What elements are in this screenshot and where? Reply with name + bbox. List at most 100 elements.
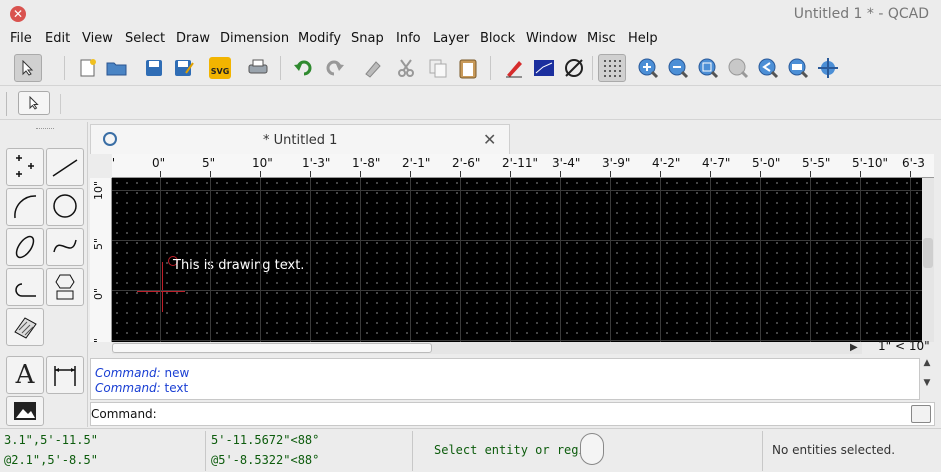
menu-window[interactable]: Window: [526, 31, 577, 46]
menu-help[interactable]: Help: [628, 31, 658, 46]
menu-modify[interactable]: Modify: [298, 31, 341, 46]
select-icon[interactable]: [14, 54, 42, 82]
ruler-tick: [660, 171, 661, 177]
panel-grip[interactable]: [36, 128, 54, 131]
points-tool-icon[interactable]: [6, 148, 44, 186]
ruler-tick: [360, 171, 361, 177]
svg-export-icon[interactable]: SVG: [206, 54, 234, 82]
menu-select[interactable]: Select: [125, 31, 165, 46]
ruler-label: 5'-10": [852, 156, 889, 170]
ellipse-tool-icon[interactable]: [6, 228, 44, 266]
print-icon[interactable]: [244, 54, 272, 82]
redo-icon[interactable]: [320, 54, 348, 82]
eraser-icon[interactable]: [358, 54, 386, 82]
command-history-scrollbar[interactable]: ▲ ▼: [920, 358, 934, 400]
command-dock-toggle-button[interactable]: [911, 405, 931, 423]
arc-tool-icon[interactable]: [6, 188, 44, 226]
no-snap-icon[interactable]: [560, 54, 588, 82]
grid-line: [112, 290, 922, 291]
menu-block[interactable]: Block: [480, 31, 515, 46]
ruler-tick: [860, 171, 861, 177]
grid-icon[interactable]: [598, 54, 626, 82]
ruler-tick: [510, 171, 511, 177]
ruler-label: 3'-4": [552, 156, 581, 170]
menu-edit[interactable]: Edit: [45, 31, 70, 46]
tools-panel: A: [0, 122, 88, 427]
grid-line: [360, 178, 361, 342]
image-tool-icon[interactable]: [6, 396, 44, 426]
mouse-icon: [580, 433, 604, 465]
ruler-label: 1'-3": [302, 156, 331, 170]
command-history: Command: new Command: text: [90, 358, 920, 400]
select-pointer-button[interactable]: [18, 91, 50, 115]
ruler-tick: [710, 171, 711, 177]
menu-file[interactable]: File: [10, 31, 32, 46]
new-file-icon[interactable]: [74, 54, 102, 82]
zoom-auto-icon[interactable]: [694, 54, 722, 82]
text-tool-icon[interactable]: A: [6, 356, 44, 394]
menu-misc[interactable]: Misc: [587, 31, 616, 46]
menu-view[interactable]: View: [82, 31, 113, 46]
menu-snap[interactable]: Snap: [351, 31, 384, 46]
open-folder-icon[interactable]: [103, 54, 131, 82]
shapes-tool-icon[interactable]: [46, 268, 84, 306]
zoom-previous-icon[interactable]: [754, 54, 782, 82]
menu-dimension[interactable]: Dimension: [220, 31, 289, 46]
vertical-scrollbar[interactable]: [922, 178, 934, 342]
scroll-right-arrow-icon[interactable]: ▶: [850, 342, 858, 353]
cut-icon[interactable]: [392, 54, 420, 82]
zoom-out-icon[interactable]: [664, 54, 692, 82]
ruler-label: 6'-3: [902, 156, 925, 170]
save-icon[interactable]: [140, 54, 168, 82]
status-bar: 3.1",5'-11.5" @2.1",5'-8.5" 5'-11.5672"<…: [0, 428, 941, 472]
mouse-hint-text: Select entity or region: [434, 443, 601, 457]
grid-line: [560, 178, 561, 342]
horizontal-ruler: 5" 0" 5" 10" 1'-3" 1'-8" 2'-1" 2'-6" 2'-11" 3'-4"…: [112, 154, 934, 178]
menu-draw[interactable]: Draw: [176, 31, 210, 46]
zoom-in-icon[interactable]: [634, 54, 662, 82]
spline-tool-icon[interactable]: [46, 228, 84, 266]
ruler-label: 0": [152, 156, 166, 170]
close-window-button[interactable]: ✕: [10, 6, 26, 22]
draw-order-icon[interactable]: [530, 54, 558, 82]
grid-line: [112, 190, 922, 191]
zoom-window-icon[interactable]: [784, 54, 812, 82]
command-input[interactable]: [161, 405, 891, 423]
menu-info[interactable]: Info: [396, 31, 421, 46]
window-title: Untitled 1 * - QCAD: [793, 6, 929, 22]
svg-badge: SVG: [209, 57, 231, 79]
horizontal-scroll-thumb[interactable]: [112, 343, 432, 353]
toolbar-handle[interactable]: [6, 92, 7, 116]
menu-bar: File Edit View Select Draw Dimension Mod…: [0, 30, 941, 50]
pan-icon[interactable]: [814, 54, 842, 82]
qcad-window: ✕ Untitled 1 * - QCAD File Edit View Sel…: [0, 0, 941, 472]
vertical-scroll-thumb[interactable]: [923, 238, 933, 268]
zoom-selection-icon[interactable]: [724, 54, 752, 82]
line-tool-icon[interactable]: [46, 148, 84, 186]
circle-tool-icon[interactable]: [46, 188, 84, 226]
horizontal-scrollbar[interactable]: [112, 342, 862, 354]
copy-icon[interactable]: [424, 54, 452, 82]
menu-layer[interactable]: Layer: [433, 31, 469, 46]
tab-close-icon[interactable]: ✕: [483, 130, 496, 149]
absolute-coordinate: 3.1",5'-11.5": [4, 433, 98, 447]
pen-icon[interactable]: [500, 54, 528, 82]
undo-icon[interactable]: [290, 54, 318, 82]
drawing-text-entity[interactable]: This is drawing text.: [173, 258, 304, 273]
grid-line: [910, 178, 911, 342]
polyline-tool-icon[interactable]: [6, 268, 44, 306]
dimension-tool-icon[interactable]: [46, 356, 84, 394]
ruler-label: 5": [202, 156, 216, 170]
document-tab[interactable]: * Untitled 1 ✕: [90, 124, 510, 154]
command-line: Command:: [90, 402, 935, 426]
paste-icon[interactable]: [454, 54, 482, 82]
command-prompt-label: Command:: [91, 407, 157, 421]
drawing-canvas[interactable]: This is drawing text.: [112, 178, 922, 342]
grid-line: [510, 178, 511, 342]
hatch-tool-icon[interactable]: [6, 308, 44, 346]
ruler-tick: [610, 171, 611, 177]
grid-line: [710, 178, 711, 342]
ruler-label: 10": [252, 156, 273, 170]
save-as-icon[interactable]: [170, 54, 198, 82]
polar-coordinate: 5'-11.5672"<88°: [211, 433, 320, 447]
